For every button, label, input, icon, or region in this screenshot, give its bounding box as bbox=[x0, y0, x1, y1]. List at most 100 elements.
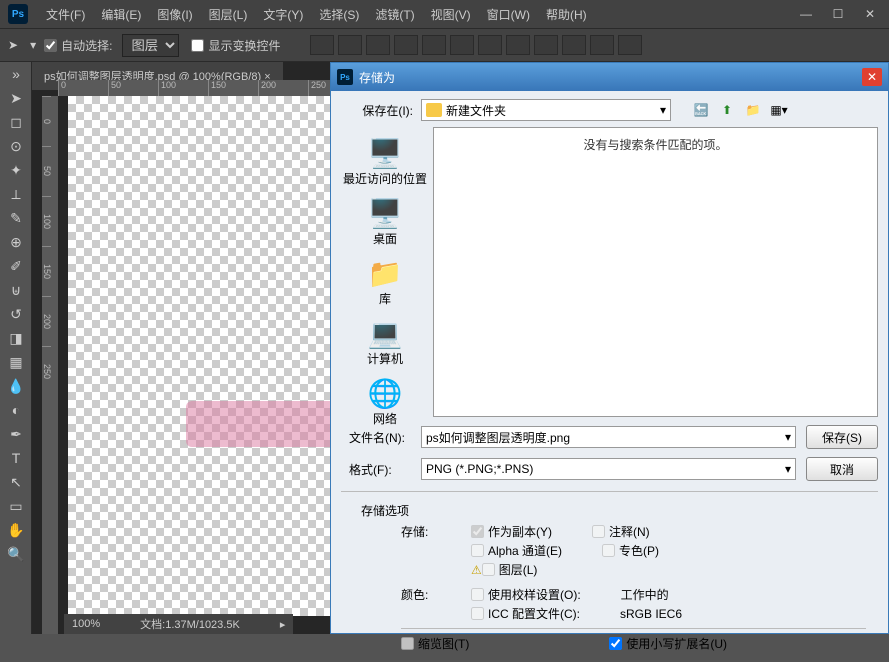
warning-icon: ⚠ bbox=[471, 563, 482, 577]
align-icon[interactable] bbox=[506, 35, 530, 55]
menubar: Ps 文件(F) 编辑(E) 图像(I) 图层(L) 文字(Y) 选择(S) 滤… bbox=[0, 0, 889, 28]
align-icons bbox=[310, 35, 642, 55]
pen-tool[interactable]: ✒ bbox=[0, 422, 32, 446]
menu-layer[interactable]: 图层(L) bbox=[201, 6, 256, 23]
zoom-level[interactable]: 100% bbox=[72, 618, 100, 630]
align-icon[interactable] bbox=[366, 35, 390, 55]
options-bar: ➤ ▾ 自动选择: 图层 显示变换控件 bbox=[0, 28, 889, 62]
layer-shape[interactable] bbox=[186, 401, 336, 447]
align-icon[interactable] bbox=[590, 35, 614, 55]
place-libraries[interactable]: 📁库 bbox=[368, 257, 403, 307]
menu-select[interactable]: 选择(S) bbox=[311, 6, 367, 23]
places-sidebar: 🖥️最近访问的位置 🖥️桌面 📁库 💻计算机 🌐网络 bbox=[341, 127, 429, 417]
eyedropper-tool[interactable]: ✎ bbox=[0, 206, 32, 230]
menu-type[interactable]: 文字(Y) bbox=[255, 6, 311, 23]
new-folder-icon[interactable]: 📁 bbox=[743, 100, 763, 120]
opt-thumbnail[interactable]: 缩览图(T) bbox=[401, 635, 469, 652]
opt-icc[interactable]: ICC 配置文件(C): bbox=[471, 605, 580, 622]
statusbar: 100% 文档:1.37M/1023.5K ▸ bbox=[64, 614, 293, 634]
format-select[interactable]: PNG (*.PNG;*.PNS) ▾ bbox=[421, 458, 796, 480]
up-icon[interactable]: ⬆ bbox=[717, 100, 737, 120]
menu-edit[interactable]: 编辑(E) bbox=[93, 6, 149, 23]
auto-select-target[interactable]: 图层 bbox=[122, 34, 179, 57]
menu-image[interactable]: 图像(I) bbox=[149, 6, 200, 23]
hand-tool[interactable]: ✋ bbox=[0, 518, 32, 542]
zoom-tool[interactable]: 🔍 bbox=[0, 542, 32, 566]
place-computer[interactable]: 💻计算机 bbox=[367, 317, 403, 367]
folder-icon bbox=[426, 103, 442, 117]
dialog-close-button[interactable]: ✕ bbox=[862, 68, 882, 86]
place-desktop[interactable]: 🖥️桌面 bbox=[368, 197, 403, 247]
align-icon[interactable] bbox=[450, 35, 474, 55]
place-recent[interactable]: 🖥️最近访问的位置 bbox=[343, 137, 427, 187]
dialog-titlebar[interactable]: Ps 存储为 ✕ bbox=[331, 63, 888, 91]
menu-file[interactable]: 文件(F) bbox=[38, 6, 93, 23]
opt-proof[interactable]: 使用校样设置(O): bbox=[471, 586, 581, 603]
dropdown-icon: ▾ bbox=[660, 103, 666, 117]
place-network[interactable]: 🌐网络 bbox=[368, 377, 403, 427]
align-icon[interactable] bbox=[394, 35, 418, 55]
filename-input[interactable]: ps如何调整图层透明度.png ▾ bbox=[421, 426, 796, 448]
wand-tool[interactable]: ✦ bbox=[0, 158, 32, 182]
opt-notes[interactable]: 注释(N) bbox=[592, 523, 650, 540]
close-button[interactable]: ✕ bbox=[855, 4, 885, 24]
cancel-button[interactable]: 取消 bbox=[806, 457, 878, 481]
marquee-tool[interactable]: ◻ bbox=[0, 110, 32, 134]
auto-select-checkbox[interactable]: 自动选择: bbox=[44, 37, 112, 54]
move-tool[interactable]: ➤ bbox=[0, 86, 32, 110]
gradient-tool[interactable]: ▦ bbox=[0, 350, 32, 374]
doc-size: 文档:1.37M/1023.5K bbox=[140, 616, 240, 632]
save-in-folder[interactable]: 新建文件夹 ▾ bbox=[421, 99, 671, 121]
lasso-tool[interactable]: ⊙ bbox=[0, 134, 32, 158]
dodge-tool[interactable]: ◐ bbox=[0, 398, 32, 422]
opt-copy[interactable]: 作为副本(Y) bbox=[471, 523, 552, 540]
opt-lowercase[interactable]: 使用小写扩展名(U) bbox=[609, 635, 727, 652]
align-icon[interactable] bbox=[310, 35, 334, 55]
opt-spot[interactable]: 专色(P) bbox=[602, 542, 659, 559]
menu-help[interactable]: 帮助(H) bbox=[538, 6, 595, 23]
statusbar-arrow-icon[interactable]: ▸ bbox=[280, 618, 286, 631]
file-list[interactable]: 没有与搜索条件匹配的项。 bbox=[433, 127, 878, 417]
type-tool[interactable]: T bbox=[0, 446, 32, 470]
crop-tool[interactable]: ⟂ bbox=[0, 182, 32, 206]
dialog-app-icon: Ps bbox=[337, 69, 353, 85]
dropdown-icon: ▾ bbox=[785, 462, 791, 476]
ruler-vertical: 0 50 100 150 200 250 bbox=[42, 96, 58, 634]
align-icon[interactable] bbox=[618, 35, 642, 55]
align-icon[interactable] bbox=[422, 35, 446, 55]
menu-window[interactable]: 窗口(W) bbox=[479, 6, 538, 23]
expand-icon[interactable]: » bbox=[0, 62, 32, 86]
canvas[interactable] bbox=[68, 96, 348, 616]
save-options: 存储选项 存储: 作为副本(Y) 注释(N) Alpha 通道(E) 专色(P)… bbox=[341, 491, 878, 652]
menu-view[interactable]: 视图(V) bbox=[423, 6, 479, 23]
opt-alpha[interactable]: Alpha 通道(E) bbox=[471, 542, 562, 559]
align-icon[interactable] bbox=[562, 35, 586, 55]
menu-filter[interactable]: 滤镜(T) bbox=[367, 6, 422, 23]
history-brush-tool[interactable]: ↺ bbox=[0, 302, 32, 326]
brush-tool[interactable]: ✐ bbox=[0, 254, 32, 278]
save-as-dialog: Ps 存储为 ✕ 保存在(I): 新建文件夹 ▾ 🔙 ⬆ 📁 ▦▾ 🖥️最近访问… bbox=[330, 62, 889, 634]
align-icon[interactable] bbox=[338, 35, 362, 55]
format-label: 格式(F): bbox=[341, 461, 421, 478]
align-icon[interactable] bbox=[534, 35, 558, 55]
save-in-label: 保存在(I): bbox=[341, 102, 421, 119]
minimize-button[interactable]: — bbox=[791, 4, 821, 24]
filename-label: 文件名(N): bbox=[341, 429, 421, 446]
window-controls: — ☐ ✕ bbox=[791, 4, 889, 24]
path-tool[interactable]: ↖ bbox=[0, 470, 32, 494]
healing-tool[interactable]: ⊕ bbox=[0, 230, 32, 254]
blur-tool[interactable]: 💧 bbox=[0, 374, 32, 398]
eraser-tool[interactable]: ◨ bbox=[0, 326, 32, 350]
color-label: 颜色: bbox=[401, 586, 471, 603]
stamp-tool[interactable]: ⊎ bbox=[0, 278, 32, 302]
maximize-button[interactable]: ☐ bbox=[823, 4, 853, 24]
back-icon[interactable]: 🔙 bbox=[691, 100, 711, 120]
view-icon[interactable]: ▦▾ bbox=[769, 100, 789, 120]
opt-layers[interactable]: 图层(L) bbox=[482, 561, 538, 578]
toolbox: » ➤ ◻ ⊙ ✦ ⟂ ✎ ⊕ ✐ ⊎ ↺ ◨ ▦ 💧 ◐ ✒ T ↖ ▭ ✋ … bbox=[0, 62, 32, 634]
align-icon[interactable] bbox=[478, 35, 502, 55]
shape-tool[interactable]: ▭ bbox=[0, 494, 32, 518]
show-controls-checkbox[interactable]: 显示变换控件 bbox=[191, 37, 280, 54]
save-button[interactable]: 保存(S) bbox=[806, 425, 878, 449]
move-tool-icon: ➤ bbox=[8, 38, 18, 52]
